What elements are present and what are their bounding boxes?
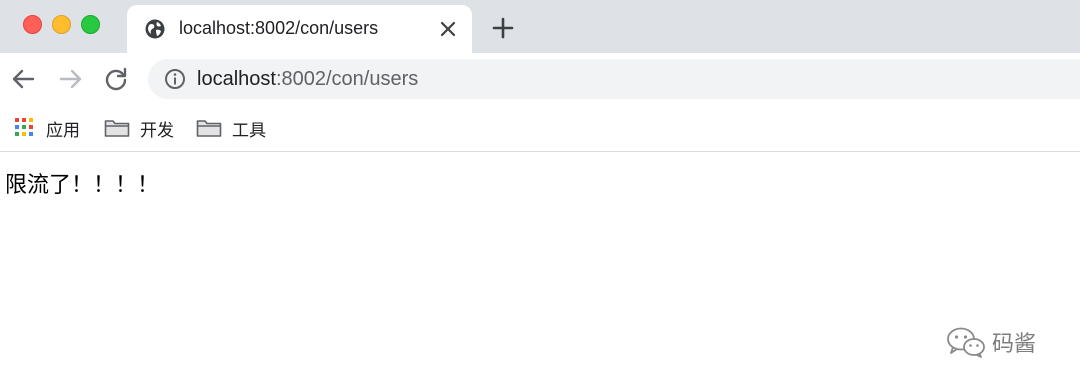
bookmark-label: 应用 bbox=[46, 120, 80, 140]
bookmark-folder-dev[interactable]: 开发 bbox=[104, 115, 174, 141]
watermark: 码酱 bbox=[946, 326, 1036, 358]
tab-strip: localhost:8002/con/users bbox=[0, 0, 1080, 53]
window-close-button[interactable] bbox=[23, 15, 42, 34]
tab-title: localhost:8002/con/users bbox=[179, 18, 379, 38]
watermark-text: 码酱 bbox=[992, 332, 1037, 357]
folder-icon bbox=[104, 120, 130, 137]
arrow-right-icon[interactable] bbox=[57, 66, 83, 92]
globe-icon bbox=[145, 19, 165, 39]
browser-toolbar: localhost:8002/con/users bbox=[0, 53, 1080, 105]
window-minimize-button[interactable] bbox=[52, 15, 71, 34]
new-tab-button[interactable] bbox=[492, 17, 514, 39]
bookmark-label: 工具 bbox=[232, 120, 266, 140]
bookmarks-bar: 应用 开发 工具 bbox=[0, 105, 1080, 152]
wechat-icon bbox=[947, 327, 985, 358]
page-message: 限流了！！！！ bbox=[5, 173, 160, 198]
reload-icon[interactable] bbox=[103, 66, 129, 92]
browser-tab[interactable]: localhost:8002/con/users bbox=[127, 5, 472, 53]
bookmark-folder-tools[interactable]: 工具 bbox=[196, 115, 266, 141]
arrow-left-icon[interactable] bbox=[11, 66, 37, 92]
url-host: localhost bbox=[197, 68, 276, 90]
url-text[interactable]: localhost:8002/con/users bbox=[197, 68, 418, 91]
apps-grid-icon bbox=[15, 118, 33, 136]
address-bar[interactable]: localhost:8002/con/users bbox=[148, 59, 1080, 99]
folder-icon bbox=[196, 120, 222, 137]
bookmark-label: 开发 bbox=[140, 120, 174, 140]
close-icon[interactable] bbox=[437, 18, 459, 40]
url-path: :8002/con/users bbox=[275, 68, 419, 90]
bookmark-apps[interactable]: 应用 bbox=[14, 115, 80, 141]
info-icon[interactable] bbox=[164, 68, 186, 90]
window-maximize-button[interactable] bbox=[81, 15, 100, 34]
